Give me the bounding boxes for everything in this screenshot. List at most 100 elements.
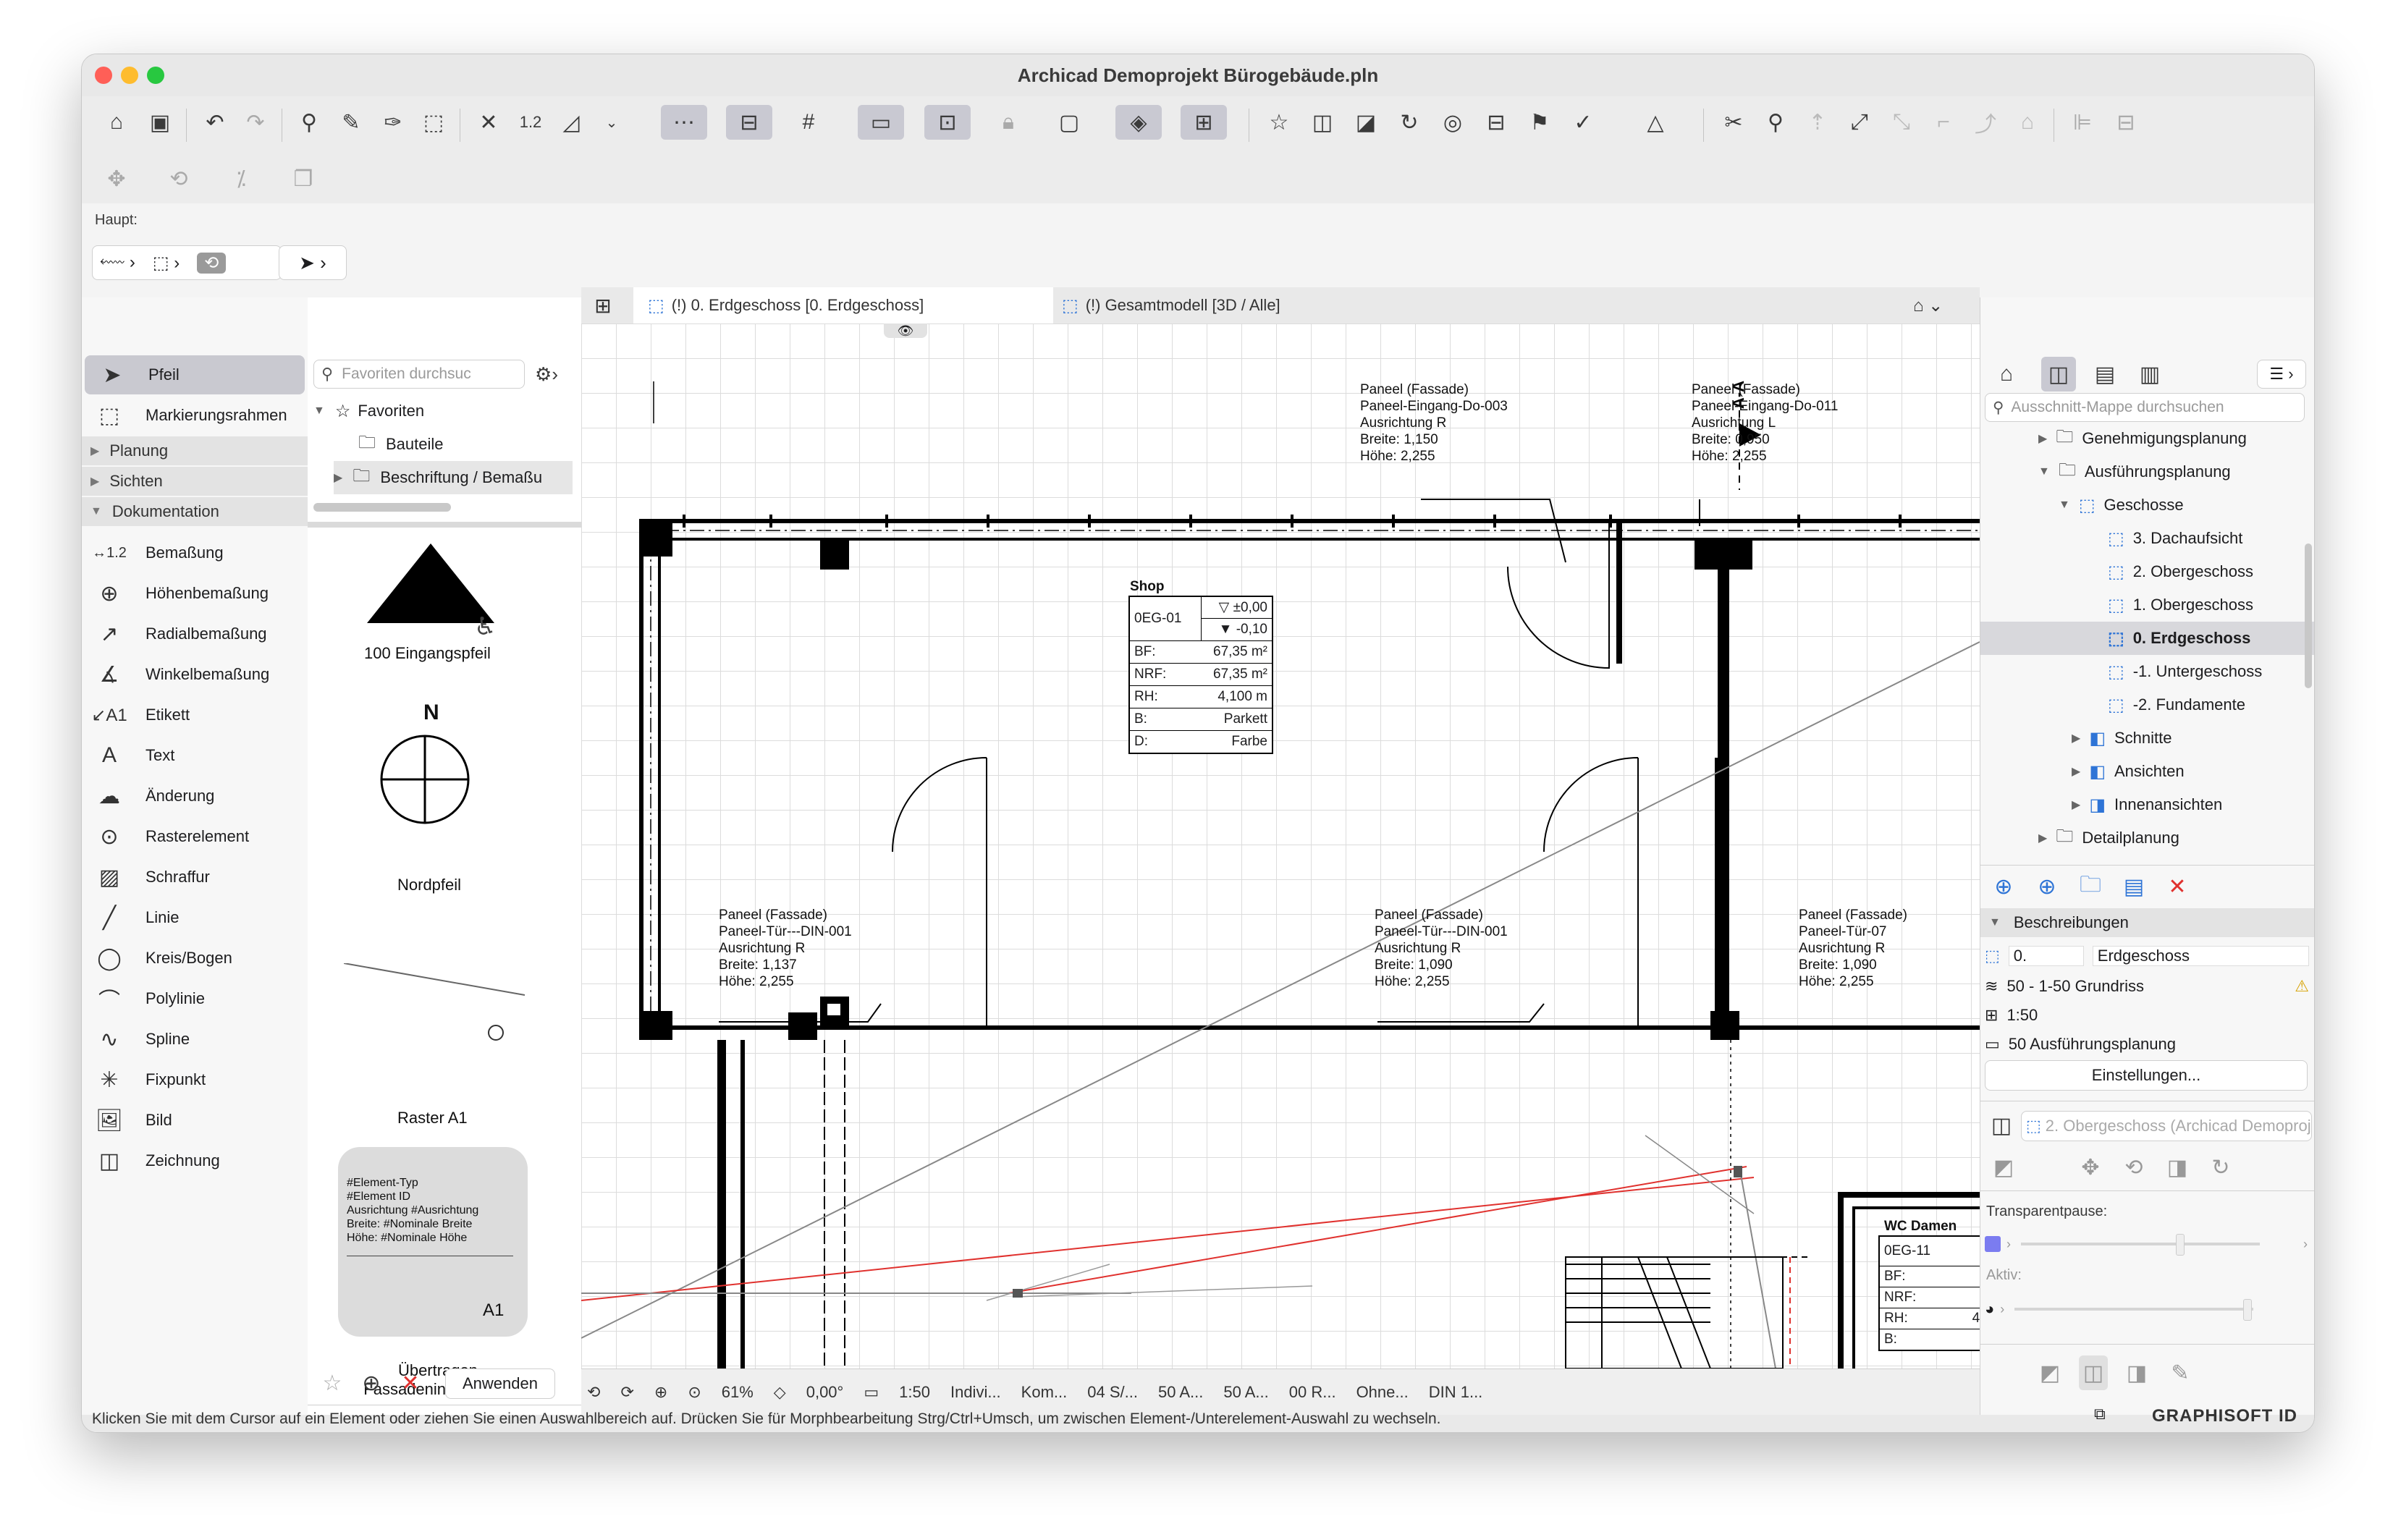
layout-book-icon[interactable]: ▤ <box>2088 357 2122 392</box>
tree-item-fundamente[interactable]: ⬚ -2. Fundamente <box>2108 688 2245 722</box>
group-icon[interactable]: ⊞ <box>1181 105 1227 140</box>
3d-view-icon[interactable]: ◪ <box>1349 105 1383 140</box>
save-view-icon[interactable]: ⊕ <box>1989 869 2018 904</box>
favorite-star-icon[interactable]: ☆ <box>1262 105 1296 140</box>
resize-icon[interactable]: ⤢ <box>1842 105 1877 140</box>
favorites-folder-bauteile[interactable]: 🗀 Bauteile <box>358 428 444 461</box>
tab-menu-icon[interactable]: ⌂ ⌄ <box>1913 287 1971 323</box>
descriptions-header[interactable]: ▼ Beschreibungen <box>1980 908 2314 937</box>
door-label-2[interactable]: Paneel (Fassade) Paneel-Eingang-Do-011 Aus… <box>1692 381 1838 465</box>
elevate-icon[interactable]: ⇡ <box>1800 105 1835 140</box>
layer-view-icon[interactable]: ▭ <box>858 105 904 140</box>
north-arrow-preview[interactable] <box>380 735 510 829</box>
tree-item-detailplanung[interactable]: ▶ 🗀 Detailplanung <box>2038 821 2179 855</box>
tool-zeichnung[interactable]: ◫ Zeichnung <box>82 1141 308 1180</box>
layer-combo[interactable]: Indivi... <box>950 1383 1001 1402</box>
color-wheel-icon[interactable]: ◕ <box>1985 1300 1994 1319</box>
settings-list-icon[interactable]: ▤ <box>2119 869 2148 904</box>
project-map-icon[interactable]: ⌂ <box>1989 357 2024 392</box>
trace-overlay-icon[interactable]: ◫ <box>2079 1355 2108 1390</box>
tree-item-2-obergeschoss[interactable]: ⬚ 2. Obergeschoss <box>2108 555 2253 588</box>
redo-icon[interactable]: ↷ <box>238 105 273 140</box>
renovation-filter[interactable]: 00 R... <box>1289 1383 1336 1402</box>
tree-item-dachaufsicht[interactable]: ⬚ 3. Dachaufsicht <box>2108 522 2242 555</box>
tree-item-erdgeschoss[interactable]: ⬚ 0. Erdgeschoss <box>1980 622 2314 655</box>
color-swatch[interactable] <box>1985 1236 2001 1252</box>
trace-rotate-icon[interactable]: ⟲ <box>2119 1150 2148 1185</box>
dimension-standard[interactable]: DIN 1... <box>1429 1383 1483 1402</box>
zoom-in-icon[interactable]: ⊕ <box>654 1383 667 1402</box>
rect-select-icon[interactable]: ⬚ › <box>153 253 180 274</box>
trace-drag-icon[interactable]: ✥ <box>2076 1150 2105 1185</box>
zoom-fit-icon[interactable]: ⊙ <box>688 1383 701 1402</box>
door-label-3[interactable]: Paneel (Fassade) Paneel-Tür---DIN-001 Ausr… <box>719 907 852 990</box>
favorites-root[interactable]: ▼ ☆ Favoriten <box>313 394 424 428</box>
roof-icon[interactable]: ⌂ <box>2010 105 2045 140</box>
find-select-icon[interactable]: ⚲ <box>292 105 326 140</box>
trace-compare-icon[interactable]: ◨ <box>2122 1355 2151 1390</box>
group-dokumentation[interactable]: ▼ Dokumentation <box>82 497 308 526</box>
trace-reference-icon[interactable]: ◫ <box>1985 1108 2018 1143</box>
tab-gesamtmodell[interactable]: ⬚ (!) Gesamtmodell [3D / Alle] <box>1044 287 1467 323</box>
tool-hoehenbemassung[interactable]: ⊕ Höhenbemaßung <box>82 574 308 613</box>
tool-marquee[interactable]: ⬚ Markierungsrahmen <box>82 396 308 435</box>
view-map-icon[interactable]: ◫ <box>2041 357 2076 392</box>
tool-rasterelement[interactable]: ⊙ Rasterelement <box>82 817 308 856</box>
settings-gear-icon[interactable]: ⚙› <box>525 357 568 392</box>
clone-view-icon[interactable]: ⊕ <box>2033 869 2061 904</box>
tool-kreis-bogen[interactable]: ◯ Kreis/Bogen <box>82 939 308 978</box>
scale-icon[interactable]: ▭ <box>864 1383 879 1402</box>
mirror-icon[interactable]: ⁒ <box>224 161 258 196</box>
grid-element-preview[interactable] <box>344 963 532 1043</box>
window-layout-icon[interactable]: ⧉ <box>2094 1405 2106 1423</box>
delete-icon[interactable]: ✕ <box>396 1366 425 1400</box>
schedule-icon[interactable]: ⊟ <box>1479 105 1514 140</box>
trace-reference-select[interactable]: ⬚2. Obergeschoss (Archicad Demoprojekt..… <box>2021 1111 2312 1141</box>
group-sichten[interactable]: ▶ Sichten <box>82 467 308 496</box>
tool-fixpunkt[interactable]: ✳ Fixpunkt <box>82 1060 308 1099</box>
slider-thumb[interactable] <box>2243 1299 2253 1321</box>
tree-item-untergeschoss[interactable]: ⬚ -1. Untergeschoss <box>2108 655 2262 688</box>
zoom-forward-icon[interactable]: ⟳ <box>620 1383 633 1402</box>
layer-combo-row[interactable]: ≋ 50 - 1-50 Grundriss ⚠ <box>1985 972 2309 1001</box>
tool-bild[interactable]: 🖼︎ Bild <box>82 1101 308 1140</box>
trace-edit-icon[interactable]: ✎ <box>2166 1355 2195 1390</box>
entrance-arrow-preview[interactable]: ♿︎ <box>358 543 503 638</box>
view-id-field[interactable]: 0. <box>2008 946 2084 966</box>
active-slider[interactable] <box>2014 1299 2254 1321</box>
fillet-icon[interactable]: ⌐ <box>1926 105 1961 140</box>
structure-display[interactable]: Kom... <box>1021 1383 1068 1402</box>
align-icon[interactable]: ⊫ <box>2065 105 2100 140</box>
zoom-back-icon[interactable]: ⟲ <box>587 1383 600 1402</box>
rotated-select-icon[interactable]: ⟲ <box>197 252 227 274</box>
publish-icon[interactable]: ◎ <box>1435 105 1470 140</box>
trace-icon[interactable]: ◈ <box>1115 105 1162 140</box>
tool-bemassung[interactable]: ↔1.2 Bemaßung <box>82 533 308 572</box>
polygon-select-icon[interactable]: ⬳ › <box>100 253 135 273</box>
save-icon[interactable]: ▣ <box>143 105 177 140</box>
scissors-icon[interactable]: ✂ <box>1716 105 1751 140</box>
graphic-override[interactable]: 50 A... <box>1223 1383 1268 1402</box>
guide-lines-icon[interactable]: ◿ <box>554 105 588 140</box>
tree-item-geschosse[interactable]: ▼ ⬚ Geschosse <box>2059 488 2184 522</box>
grid-snap-icon[interactable]: # <box>791 105 826 140</box>
label-favorite-preview[interactable]: #Element-Typ #Element ID Ausrichtung #Au… <box>338 1147 528 1337</box>
teamwork-icon[interactable]: △ <box>1638 105 1673 140</box>
tool-aenderung[interactable]: ☁ Änderung <box>82 777 308 816</box>
curve-icon[interactable]: ⤴ <box>1968 105 2003 140</box>
publisher-sets-icon[interactable]: ▥ <box>2132 357 2167 392</box>
slider-thumb[interactable] <box>2176 1234 2185 1256</box>
offset-icon[interactable]: ⤡ <box>1884 105 1919 140</box>
find-icon[interactable]: ⚲ <box>1758 105 1793 140</box>
navigator-scrollbar[interactable] <box>2305 543 2312 688</box>
grid-view-icon[interactable]: ⊞ <box>581 287 625 323</box>
tool-pointer[interactable]: ➤ Pfeil <box>85 355 305 394</box>
tool-radialbemassung[interactable]: ↗ Radialbemaßung <box>82 614 308 653</box>
rotate-element-icon[interactable]: ⟲ <box>161 161 196 196</box>
chevron-down-icon[interactable]: ⌄ <box>594 105 629 140</box>
trace-reset-icon[interactable]: ↻ <box>2206 1150 2235 1185</box>
horizontal-scrollbar[interactable] <box>313 503 451 512</box>
cursor-snap-icon[interactable]: ✕ <box>471 105 506 140</box>
tree-item-innenansichten[interactable]: ▶ ◨ Innenansichten <box>2072 788 2222 821</box>
remove-favorite-icon[interactable]: ☆ <box>318 1366 347 1400</box>
